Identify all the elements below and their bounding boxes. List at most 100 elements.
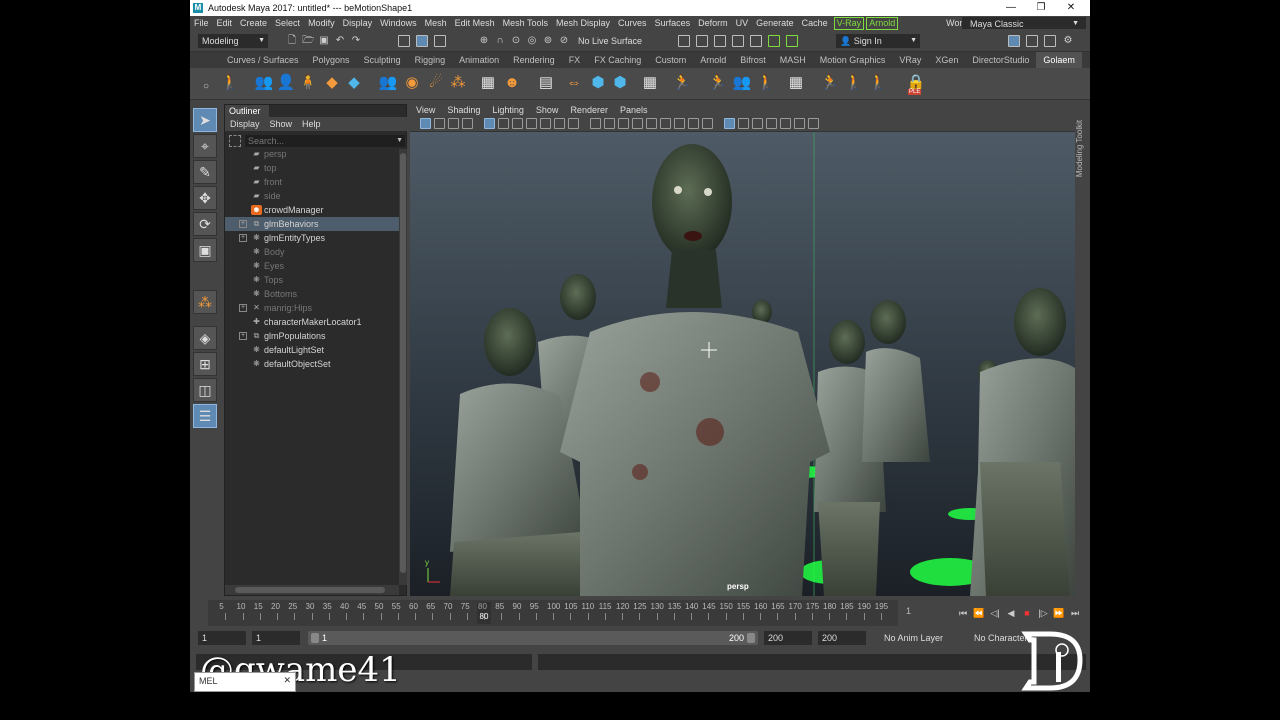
rotate-tool-icon[interactable]: ⟳ xyxy=(193,212,217,236)
outliner-menu-display[interactable]: Display xyxy=(225,117,265,131)
resolution-gate-icon[interactable] xyxy=(512,118,523,129)
move-tool-icon[interactable]: ✥ xyxy=(193,186,217,210)
viewport-menu-show[interactable]: Show xyxy=(530,104,565,116)
outliner-item[interactable]: ❋ Tops xyxy=(225,273,399,287)
motion-icon[interactable]: ⇔ xyxy=(564,72,584,94)
play-backwards-button[interactable]: ◀ xyxy=(1004,606,1018,620)
shelf-tab-polygons[interactable]: Polygons xyxy=(306,52,357,68)
two-view-icon[interactable]: ◫ xyxy=(193,378,217,402)
film-gate-icon[interactable] xyxy=(498,118,509,129)
crowd-simulate-icon[interactable]: 🏃 xyxy=(820,72,840,94)
render-view-icon[interactable] xyxy=(678,35,690,47)
safe-title-icon[interactable] xyxy=(568,118,579,129)
behavior-editor-icon[interactable]: 👥 xyxy=(378,72,398,94)
snap-grid-icon[interactable]: ⊕ xyxy=(478,35,490,47)
snap-curve-icon[interactable]: ∩ xyxy=(494,35,506,47)
menu-uv[interactable]: UV xyxy=(732,16,753,30)
close-button[interactable]: ✕ xyxy=(1056,1,1086,15)
shelf-tab-animation[interactable]: Animation xyxy=(452,52,506,68)
start-time-field[interactable]: 1 xyxy=(198,631,246,645)
xray-joints-icon[interactable] xyxy=(766,118,777,129)
expand-icon[interactable]: + xyxy=(239,220,247,228)
physics-icon[interactable]: ☄ xyxy=(426,72,446,94)
menu-file[interactable]: File xyxy=(190,16,213,30)
crowd-disabled-icon[interactable]: 🚶 xyxy=(844,72,864,94)
menuset-dropdown[interactable]: Modeling ▼ xyxy=(198,34,268,48)
menu-create[interactable]: Create xyxy=(236,16,271,30)
outliner-item[interactable]: ▰ side xyxy=(225,189,399,203)
step-forward-key-button[interactable]: ⏩ xyxy=(1052,606,1066,620)
color-manage-icon[interactable] xyxy=(808,118,819,129)
lasso-tool-icon[interactable]: ⌖ xyxy=(193,134,217,158)
gate-mask-icon[interactable] xyxy=(526,118,537,129)
menu-edit[interactable]: Edit xyxy=(213,16,237,30)
safe-action-icon[interactable] xyxy=(554,118,565,129)
snap-surface-icon[interactable]: ⊚ xyxy=(542,35,554,47)
menu-curves[interactable]: Curves xyxy=(614,16,651,30)
render-settings-icon[interactable] xyxy=(732,35,744,47)
restore-button[interactable]: ❐ xyxy=(1026,1,1056,15)
outliner-horizontal-scrollbar[interactable] xyxy=(225,585,399,595)
render-proxy-icon[interactable]: ▦ xyxy=(640,72,660,94)
modeling-toolkit-tab[interactable]: Modeling Toolkit xyxy=(1075,104,1090,596)
open-scene-icon[interactable]: 🗁 xyxy=(302,35,314,47)
outliner-search-input[interactable]: Search... ▼ xyxy=(245,135,405,147)
step-forward-frame-button[interactable]: |▷ xyxy=(1036,606,1050,620)
menu-deform[interactable]: Deform xyxy=(694,16,732,30)
save-scene-icon[interactable]: ▣ xyxy=(318,35,330,47)
menu-edit-mesh[interactable]: Edit Mesh xyxy=(451,16,499,30)
smooth-shade-icon[interactable] xyxy=(604,118,615,129)
range-start-handle[interactable] xyxy=(311,633,319,643)
bake-icon[interactable]: ⬢ xyxy=(588,72,608,94)
taskbar-thumbnail[interactable]: MEL ✕ xyxy=(194,672,296,692)
thumbnail-close-icon[interactable]: ✕ xyxy=(283,675,291,686)
entity-type-icon[interactable]: 👥 xyxy=(254,72,274,94)
ambient-occlusion-icon[interactable] xyxy=(674,118,685,129)
viewport-menu-view[interactable]: View xyxy=(410,104,441,116)
go-to-end-button[interactable]: ⏭ xyxy=(1068,606,1082,620)
single-view-icon[interactable]: ◈ xyxy=(193,326,217,350)
live-surface-label[interactable]: No Live Surface xyxy=(578,36,642,46)
default-material-icon[interactable] xyxy=(618,118,629,129)
character-maker-icon[interactable]: 🚶 xyxy=(220,72,240,94)
motion-blur-icon[interactable] xyxy=(688,118,699,129)
menu-mesh[interactable]: Mesh xyxy=(421,16,451,30)
outliner-menu-show[interactable]: Show xyxy=(265,117,298,131)
image-plane-icon[interactable] xyxy=(462,118,473,129)
expand-icon[interactable]: + xyxy=(239,234,247,242)
outliner-item[interactable]: ✚ characterMakerLocator1 xyxy=(225,315,399,329)
range-end-handle[interactable] xyxy=(747,633,755,643)
channel-box-toggle-icon[interactable]: ⚙ xyxy=(1062,35,1074,47)
crowd-field-icon[interactable]: 👤 xyxy=(276,72,296,94)
hypershade-icon[interactable] xyxy=(750,35,762,47)
menu-windows[interactable]: Windows xyxy=(376,16,421,30)
make-live-icon[interactable]: ⊘ xyxy=(558,35,570,47)
lights-icon[interactable] xyxy=(646,118,657,129)
modeling-toolkit-toggle-icon[interactable] xyxy=(1008,35,1020,47)
menu-select[interactable]: Select xyxy=(271,16,304,30)
playback-end-field[interactable]: 200 xyxy=(764,631,812,645)
outliner-item[interactable]: ▰ persp xyxy=(225,147,399,161)
outliner-menu-help[interactable]: Help xyxy=(297,117,326,131)
vray-render-icon[interactable] xyxy=(768,35,780,47)
scale-tool-icon[interactable]: ▣ xyxy=(193,238,217,262)
shelf-tab-curves-surfaces[interactable]: Curves / Surfaces xyxy=(220,52,306,68)
render-frame-icon[interactable] xyxy=(696,35,708,47)
menu-vray[interactable]: V-Ray xyxy=(833,17,865,30)
menu-surfaces[interactable]: Surfaces xyxy=(651,16,695,30)
xray-active-icon[interactable] xyxy=(752,118,763,129)
step-back-frame-button[interactable]: ◁| xyxy=(988,606,1002,620)
outliner-vertical-scrollbar[interactable] xyxy=(399,149,407,585)
shelf-tab-vray[interactable]: VRay xyxy=(892,52,928,68)
step-back-key-button[interactable]: ⏪ xyxy=(972,606,986,620)
shelf-tab-custom[interactable]: Custom xyxy=(648,52,693,68)
bookmark-icon[interactable] xyxy=(448,118,459,129)
layout-tool-icon[interactable]: ☻ xyxy=(502,72,522,94)
outliner-item[interactable]: ▰ top xyxy=(225,161,399,175)
shelf-options-icon[interactable]: ○ xyxy=(200,81,212,93)
crowd-sit-icon[interactable]: 🚶 xyxy=(756,72,776,94)
select-camera-icon[interactable] xyxy=(420,118,431,129)
shelf-tab-motion-graphics[interactable]: Motion Graphics xyxy=(813,52,893,68)
outliner-tab[interactable]: Outliner xyxy=(225,105,269,117)
select-tool-icon[interactable]: ➤ xyxy=(193,108,217,132)
